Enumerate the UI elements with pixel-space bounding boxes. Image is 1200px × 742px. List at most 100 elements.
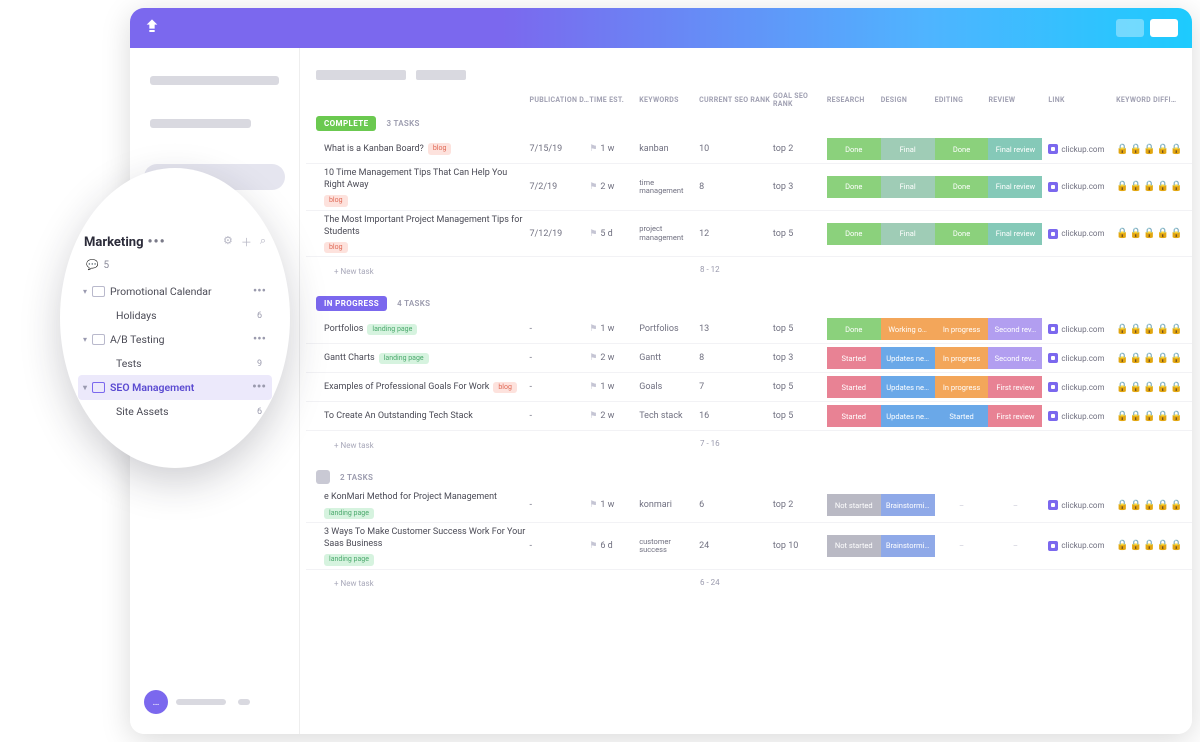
status-cell[interactable]: Final	[881, 223, 935, 245]
time-est-cell[interactable]: 5 d	[589, 229, 639, 239]
task-tag[interactable]: blog	[324, 242, 348, 253]
sidebar-folder[interactable]: ▾A/B Testing•••	[78, 327, 272, 352]
status-cell[interactable]: Done	[935, 176, 989, 198]
goal-rank-cell[interactable]: top 5	[773, 229, 827, 239]
time-est-cell[interactable]: 1 w	[589, 144, 639, 154]
goal-rank-cell[interactable]: top 3	[773, 353, 827, 363]
search-icon[interactable]: ⌕	[260, 234, 266, 250]
gear-icon[interactable]: ⚙	[223, 234, 233, 250]
goal-rank-cell[interactable]: top 5	[773, 411, 827, 421]
seo-rank-cell[interactable]: 24	[699, 541, 773, 551]
task-tag[interactable]: landing page	[367, 324, 417, 335]
task-row[interactable]: What is a Kanban Board?blog7/15/191 wkan…	[306, 135, 1192, 163]
pub-date-cell[interactable]: 7/2/19	[530, 182, 590, 192]
status-cell[interactable]: Not started	[827, 494, 881, 516]
task-row[interactable]: Examples of Professional Goals For Workb…	[306, 372, 1192, 401]
task-name[interactable]: The Most Important Project Management Ti…	[316, 214, 530, 254]
status-cell[interactable]: –	[988, 494, 1042, 516]
status-cell[interactable]: In progress	[935, 376, 989, 398]
goal-rank-cell[interactable]: top 5	[773, 382, 827, 392]
keywords-cell[interactable]: customer success	[639, 538, 699, 555]
link-cell[interactable]: clickup.com	[1042, 541, 1112, 551]
seo-rank-cell[interactable]: 7	[699, 382, 773, 392]
task-tag[interactable]: landing page	[324, 554, 374, 565]
status-cell[interactable]: Done	[827, 176, 881, 198]
status-cell[interactable]: In progress	[935, 347, 989, 369]
keywords-cell[interactable]: konmari	[639, 500, 699, 510]
new-task-row[interactable]: + New task8 - 12	[306, 256, 1192, 284]
plus-icon[interactable]: ＋	[241, 234, 252, 250]
status-cell[interactable]: Brainstormi…	[881, 494, 935, 516]
keywords-cell[interactable]: Portfolios	[639, 324, 699, 334]
status-cell[interactable]: Final review	[988, 176, 1042, 198]
task-row[interactable]: The Most Important Project Management Ti…	[306, 210, 1192, 257]
status-cell[interactable]: Started	[827, 347, 881, 369]
seo-rank-cell[interactable]: 8	[699, 182, 773, 192]
status-cell[interactable]: –	[988, 535, 1042, 557]
pub-date-cell[interactable]: -	[530, 411, 590, 421]
pub-date-cell[interactable]: -	[530, 324, 590, 334]
time-est-cell[interactable]: 6 d	[589, 541, 639, 551]
more-icon[interactable]: •••	[249, 332, 266, 347]
chevron-down-icon[interactable]: ▾	[80, 383, 90, 392]
task-row[interactable]: To Create An Outstanding Tech Stack-2 wT…	[306, 401, 1192, 430]
chat-icon[interactable]: …	[144, 690, 168, 714]
more-icon[interactable]: •••	[249, 284, 266, 299]
task-name[interactable]: 3 Ways To Make Customer Success Work For…	[316, 526, 530, 566]
keywords-cell[interactable]: kanban	[639, 144, 699, 154]
group-status-pill[interactable]	[316, 470, 330, 484]
status-cell[interactable]: Started	[827, 376, 881, 398]
topbar-pill[interactable]	[1150, 19, 1178, 37]
keywords-cell[interactable]: time management	[639, 179, 699, 196]
goal-rank-cell[interactable]: top 2	[773, 144, 827, 154]
pub-date-cell[interactable]: -	[530, 382, 590, 392]
pub-date-cell[interactable]: -	[530, 541, 590, 551]
task-name[interactable]: e KonMari Method for Project Managementl…	[316, 491, 530, 519]
task-row[interactable]: 10 Time Management Tips That Can Help Yo…	[306, 163, 1192, 210]
comments-count[interactable]: 💬 5	[78, 256, 272, 275]
seo-rank-cell[interactable]: 6	[699, 500, 773, 510]
space-title[interactable]: Marketing•••	[84, 235, 166, 250]
task-tag[interactable]: blog	[493, 382, 517, 393]
status-cell[interactable]: Started	[827, 405, 881, 427]
status-cell[interactable]: Done	[935, 223, 989, 245]
chevron-down-icon[interactable]: ▾	[80, 287, 90, 296]
status-cell[interactable]: Updates ne…	[881, 347, 935, 369]
status-cell[interactable]: First review	[988, 405, 1042, 427]
topbar-pill[interactable]	[1116, 19, 1144, 37]
status-cell[interactable]: Second rev…	[988, 347, 1042, 369]
task-row[interactable]: 3 Ways To Make Customer Success Work For…	[306, 522, 1192, 569]
status-cell[interactable]: Not started	[827, 535, 881, 557]
link-cell[interactable]: clickup.com	[1042, 500, 1112, 510]
pub-date-cell[interactable]: 7/15/19	[530, 144, 590, 154]
keywords-cell[interactable]: Gantt	[639, 353, 699, 363]
sidebar-folder[interactable]: ▾Promotional Calendar•••	[78, 279, 272, 304]
status-cell[interactable]: Done	[935, 138, 989, 160]
status-cell[interactable]: Final review	[988, 223, 1042, 245]
status-cell[interactable]: Started	[935, 405, 989, 427]
status-cell[interactable]: Working o…	[881, 318, 935, 340]
status-cell[interactable]: Updates ne…	[881, 376, 935, 398]
pub-date-cell[interactable]: -	[530, 353, 590, 363]
status-cell[interactable]: Done	[827, 318, 881, 340]
new-task-row[interactable]: + New task7 - 16	[306, 430, 1192, 458]
group-status-pill[interactable]: IN PROGRESS	[316, 296, 387, 311]
status-cell[interactable]: First review	[988, 376, 1042, 398]
seo-rank-cell[interactable]: 13	[699, 324, 773, 334]
status-cell[interactable]: Done	[827, 138, 881, 160]
status-cell[interactable]: Final review	[988, 138, 1042, 160]
time-est-cell[interactable]: 1 w	[589, 324, 639, 334]
goal-rank-cell[interactable]: top 10	[773, 541, 827, 551]
task-name[interactable]: Gantt Chartslanding page	[316, 352, 530, 364]
status-cell[interactable]: Second rev…	[988, 318, 1042, 340]
seo-rank-cell[interactable]: 10	[699, 144, 773, 154]
task-row[interactable]: Gantt Chartslanding page-2 wGantt8top 3S…	[306, 343, 1192, 372]
status-cell[interactable]: Done	[827, 223, 881, 245]
task-name[interactable]: To Create An Outstanding Tech Stack	[316, 410, 530, 422]
status-cell[interactable]: Updates ne…	[881, 405, 935, 427]
task-tag[interactable]: landing page	[324, 508, 374, 519]
task-tag[interactable]: blog	[428, 143, 452, 154]
link-cell[interactable]: clickup.com	[1042, 353, 1112, 363]
group-status-pill[interactable]: COMPLETE	[316, 116, 376, 131]
seo-rank-cell[interactable]: 16	[699, 411, 773, 421]
